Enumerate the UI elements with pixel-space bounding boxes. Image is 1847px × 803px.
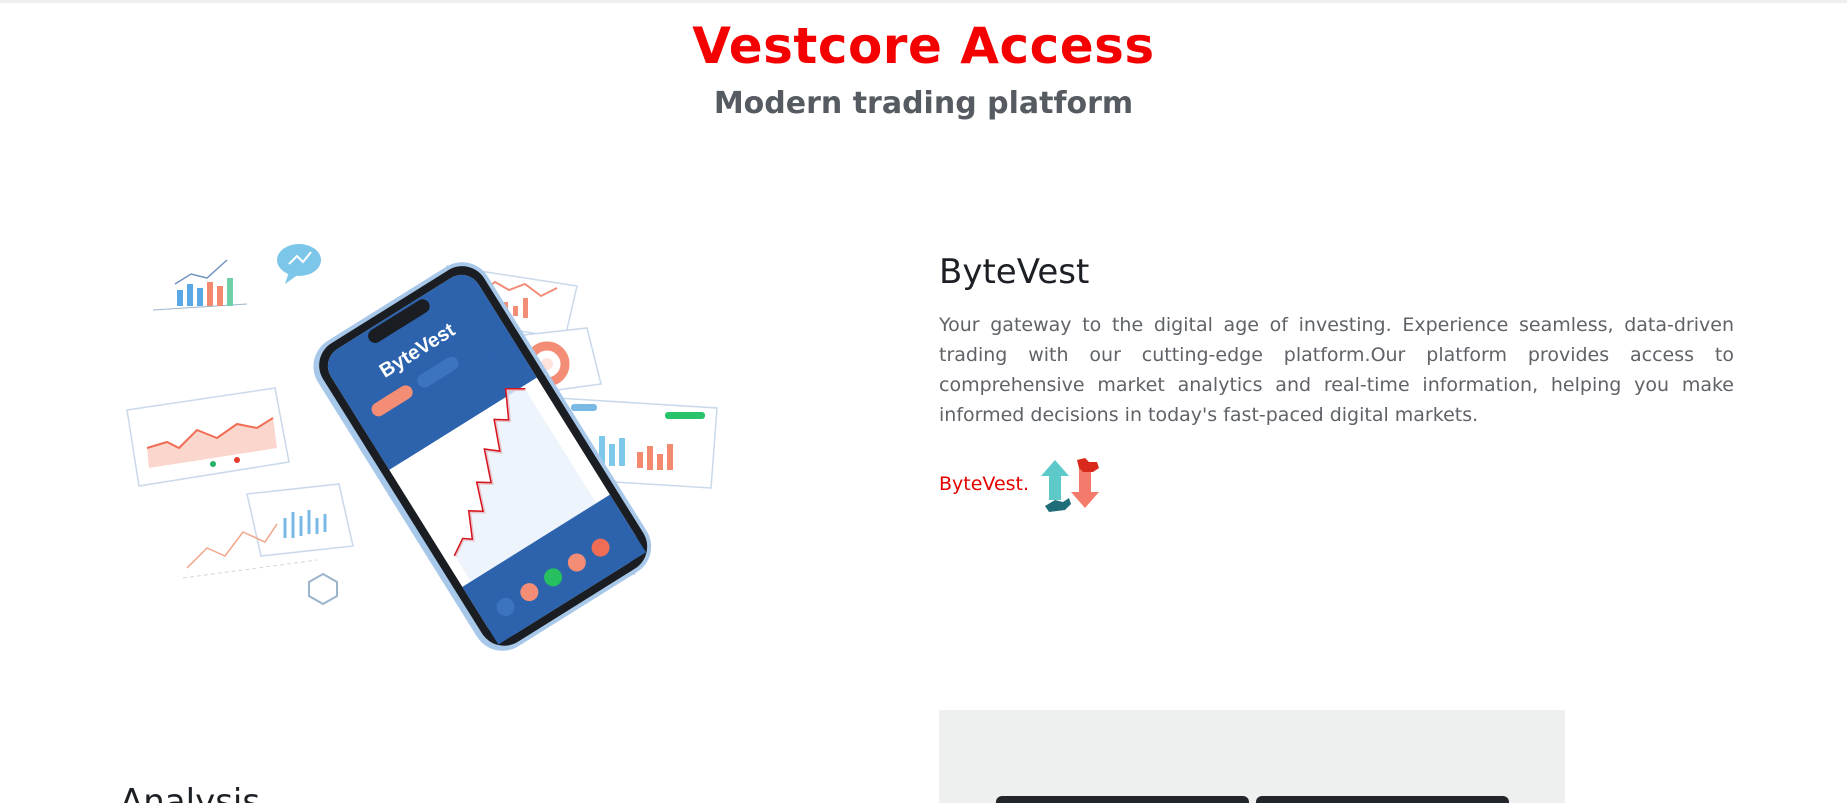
hero-illustration: ByteVest [117, 198, 727, 698]
phone-charts-illustration: ByteVest [126, 244, 718, 651]
page-subtitle: Modern trading platform [713, 86, 1134, 121]
info-description: Your gateway to the digital age of inves… [939, 314, 1734, 426]
preview-button-right[interactable] [1256, 796, 1509, 803]
hex-badge-icon [308, 572, 338, 606]
top-border [0, 0, 1847, 3]
chat-bubble-icon [277, 244, 321, 284]
preview-button-left[interactable] [996, 796, 1249, 803]
info-title: ByteVest [939, 252, 1090, 292]
analysis-heading: Analysis [120, 782, 261, 803]
brand-signature: ByteVest. [939, 456, 1734, 512]
chart-card-bottom [182, 483, 354, 579]
chart-card-top-left [152, 259, 248, 311]
analysis-preview-card [939, 710, 1565, 803]
info-section: ByteVest Your gateway to the digital age… [939, 248, 1734, 512]
chart-card-left [126, 387, 290, 487]
brand-signature-text: ByteVest. [939, 473, 1030, 495]
page-title: Vestcore Access [692, 17, 1155, 75]
bull-bear-arrows-icon [1041, 458, 1100, 512]
